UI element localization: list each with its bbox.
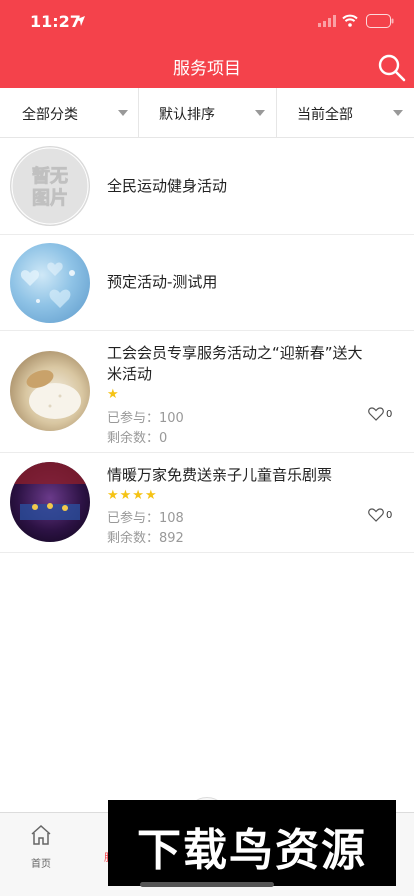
placeholder-text-bottom: 图片 bbox=[32, 187, 68, 209]
rice-thumbnail bbox=[10, 351, 90, 431]
wifi-icon bbox=[342, 14, 358, 27]
item-title: 预定活动-测试用 bbox=[107, 273, 218, 291]
chevron-down-icon bbox=[255, 110, 265, 116]
sort-filter-label: 默认排序 bbox=[159, 107, 215, 123]
like-button[interactable]: 0 bbox=[368, 506, 396, 524]
watermark-text: 下载鸟资源 bbox=[137, 825, 367, 876]
placeholder-text-top: 暂无 bbox=[32, 165, 68, 187]
home-indicator bbox=[140, 882, 274, 887]
blue-hearts-thumbnail bbox=[10, 243, 90, 323]
status-filter-label: 当前全部 bbox=[297, 107, 353, 123]
search-icon[interactable] bbox=[376, 52, 408, 84]
joined-value: 100 bbox=[159, 411, 184, 426]
remaining-count: 剩余数：0 bbox=[107, 427, 167, 446]
location-arrow-icon bbox=[75, 16, 85, 26]
rice-image bbox=[26, 370, 81, 419]
joined-label: 已参与： bbox=[107, 511, 160, 526]
heart-icon bbox=[368, 407, 384, 421]
stage-thumbnail bbox=[10, 462, 90, 542]
like-count: 0 bbox=[386, 409, 393, 420]
list-item[interactable]: 情暖万家免费送亲子儿童音乐剧票 ★★★★ 已参与：108 剩余数：892 0 bbox=[0, 453, 414, 553]
hearts-image bbox=[20, 262, 75, 308]
filter-bar: 全部分类 默认排序 当前全部 bbox=[0, 88, 414, 138]
joined-value: 108 bbox=[159, 511, 184, 526]
rating-stars: ★ bbox=[107, 387, 120, 402]
joined-count: 已参与：108 bbox=[107, 507, 184, 526]
chevron-down-icon bbox=[118, 110, 128, 116]
joined-count: 已参与：100 bbox=[107, 407, 184, 426]
cellular-signal-icon bbox=[318, 15, 336, 27]
like-button[interactable]: 0 bbox=[368, 405, 396, 423]
list-item[interactable]: 暂无 图片 全民运动健身活动 bbox=[0, 138, 414, 235]
category-filter-label: 全部分类 bbox=[22, 107, 78, 123]
list-item[interactable]: 预定活动-测试用 bbox=[0, 235, 414, 331]
item-title: 全民运动健身活动 bbox=[107, 177, 228, 195]
rating-stars: ★★★★ bbox=[107, 488, 158, 503]
remaining-label: 剩余数： bbox=[107, 431, 160, 446]
remaining-value: 892 bbox=[159, 531, 184, 546]
battery-icon bbox=[366, 14, 394, 28]
item-title-line-2: 米活动 bbox=[107, 365, 153, 383]
tab-home[interactable]: 首页 bbox=[20, 819, 62, 870]
tab-home-label: 首页 bbox=[31, 859, 51, 870]
watermark-overlay: 下载鸟资源 bbox=[108, 800, 396, 886]
status-bar: 11:27 bbox=[0, 0, 414, 44]
sort-filter-dropdown[interactable]: 默认排序 bbox=[139, 88, 276, 138]
no-image-icon: 暂无 图片 bbox=[11, 147, 89, 225]
remaining-count: 剩余数：892 bbox=[107, 527, 184, 546]
item-title: 情暖万家免费送亲子儿童音乐剧票 bbox=[107, 466, 333, 484]
page-title: 服务项目 bbox=[173, 59, 241, 79]
remaining-label: 剩余数： bbox=[107, 531, 160, 546]
joined-label: 已参与： bbox=[107, 411, 160, 426]
chevron-down-icon bbox=[393, 110, 403, 116]
heart-icon bbox=[368, 508, 384, 522]
like-count: 0 bbox=[386, 510, 393, 521]
home-icon bbox=[31, 824, 51, 845]
placeholder-thumbnail: 暂无 图片 bbox=[10, 146, 90, 226]
remaining-value: 0 bbox=[159, 431, 168, 446]
app-header: 11:27 服务项目 bbox=[0, 0, 414, 88]
status-filter-dropdown[interactable]: 当前全部 bbox=[277, 88, 414, 138]
category-filter-dropdown[interactable]: 全部分类 bbox=[0, 88, 138, 138]
item-title-line-1: 工会会员专享服务活动之“迎新春”送大 bbox=[107, 344, 363, 362]
list-item[interactable]: 工会会员专享服务活动之“迎新春”送大 米活动 ★ 已参与：100 剩余数：0 0 bbox=[0, 331, 414, 453]
stage-image bbox=[10, 462, 90, 520]
